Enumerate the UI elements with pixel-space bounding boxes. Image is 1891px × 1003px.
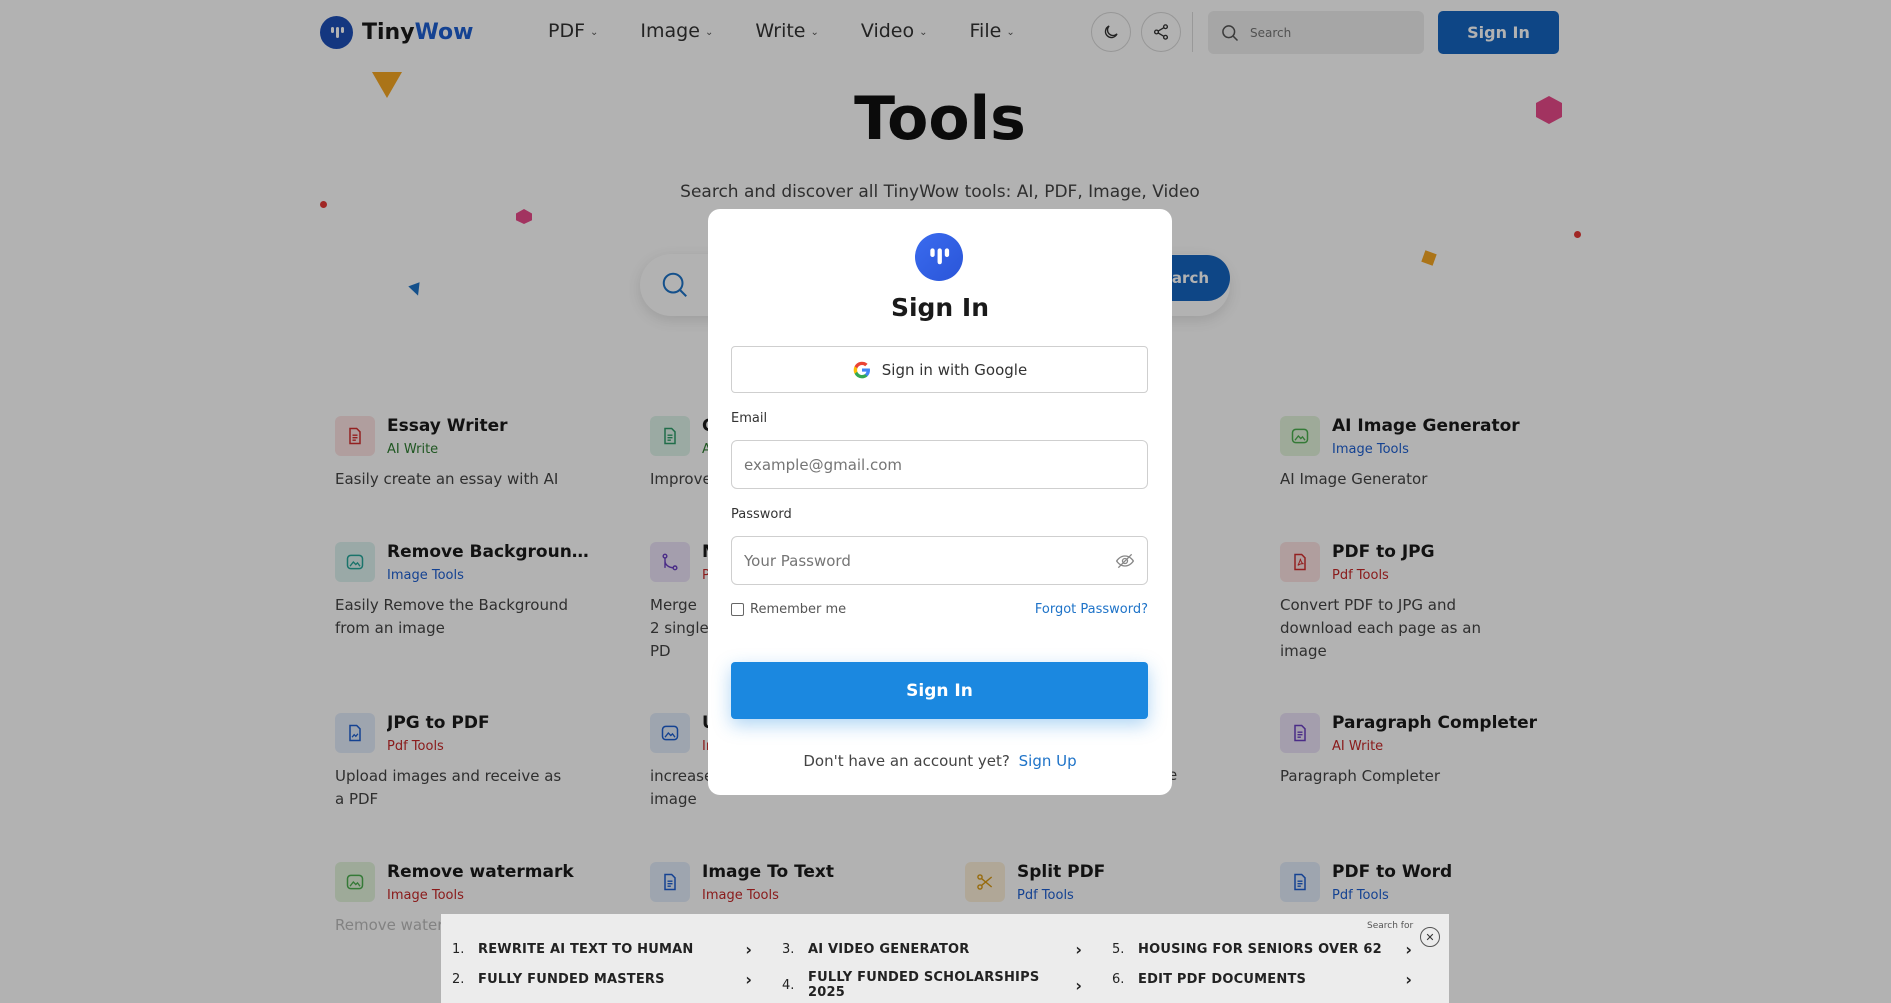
ad-link[interactable]: 3. AI VIDEO GENERATOR › xyxy=(782,940,1082,959)
ad-link-label: HOUSING FOR SENIORS OVER 62 xyxy=(1138,942,1382,957)
email-input[interactable] xyxy=(744,455,1104,474)
modal-title: Sign In xyxy=(890,293,990,322)
ad-link-label: FULLY FUNDED SCHOLARSHIPS 2025 xyxy=(808,970,1040,1000)
ad-link-number: 6. xyxy=(1112,972,1125,987)
signin-submit-button[interactable]: Sign In xyxy=(731,662,1148,719)
ad-link-label: FULLY FUNDED MASTERS xyxy=(478,972,665,987)
ad-search-for-label: Search for xyxy=(1367,921,1414,931)
ad-link[interactable]: 2. FULLY FUNDED MASTERS › xyxy=(452,970,752,989)
remember-checkbox[interactable] xyxy=(731,603,744,616)
chevron-right-icon: › xyxy=(1405,940,1412,959)
ad-link-number: 1. xyxy=(452,942,465,957)
password-input[interactable] xyxy=(744,551,1104,570)
ad-link[interactable]: 6. EDIT PDF DOCUMENTS › xyxy=(1112,970,1412,989)
ad-link-number: 4. xyxy=(782,977,795,993)
ad-link[interactable]: 5. HOUSING FOR SENIORS OVER 62 › xyxy=(1112,940,1412,959)
remember-me[interactable]: Remember me xyxy=(731,602,846,617)
eye-off-icon[interactable] xyxy=(1115,551,1135,575)
password-field[interactable] xyxy=(731,536,1148,585)
signup-prompt: Don't have an account yet? Sign Up xyxy=(708,752,1172,770)
chevron-right-icon: › xyxy=(745,940,752,959)
chevron-right-icon: › xyxy=(745,970,752,989)
forgot-password-link[interactable]: Forgot Password? xyxy=(1035,602,1148,617)
remember-label: Remember me xyxy=(750,602,847,617)
ad-link-number: 5. xyxy=(1112,942,1125,957)
google-signin-button[interactable]: Sign in with Google xyxy=(731,346,1148,393)
signup-link[interactable]: Sign Up xyxy=(1019,752,1077,770)
google-icon xyxy=(853,361,870,378)
close-icon[interactable]: ✕ xyxy=(1420,927,1440,947)
tinywow-logo-icon xyxy=(915,233,963,281)
google-signin-label: Sign in with Google xyxy=(881,360,1028,379)
ad-link[interactable]: 1. REWRITE AI TEXT TO HUMAN › xyxy=(452,940,752,959)
chevron-right-icon: › xyxy=(1405,970,1412,989)
chevron-right-icon: › xyxy=(1075,940,1082,959)
email-label: Email xyxy=(731,411,768,426)
signin-modal: Sign In Sign in with Google Email Passwo… xyxy=(708,209,1172,795)
ad-link-number: 3. xyxy=(782,942,795,957)
email-field[interactable] xyxy=(731,440,1148,489)
signup-prompt-text: Don't have an account yet? xyxy=(803,752,1010,770)
ad-link-label: EDIT PDF DOCUMENTS xyxy=(1138,972,1307,987)
password-label: Password xyxy=(731,507,792,522)
ad-link-number: 2. xyxy=(452,972,465,987)
ad-link[interactable]: 4. FULLY FUNDED SCHOLARSHIPS 2025 › xyxy=(782,970,1082,1000)
ad-link-label: REWRITE AI TEXT TO HUMAN xyxy=(478,942,694,957)
chevron-right-icon: › xyxy=(1075,975,1082,995)
ad-link-label: AI VIDEO GENERATOR xyxy=(808,942,970,957)
